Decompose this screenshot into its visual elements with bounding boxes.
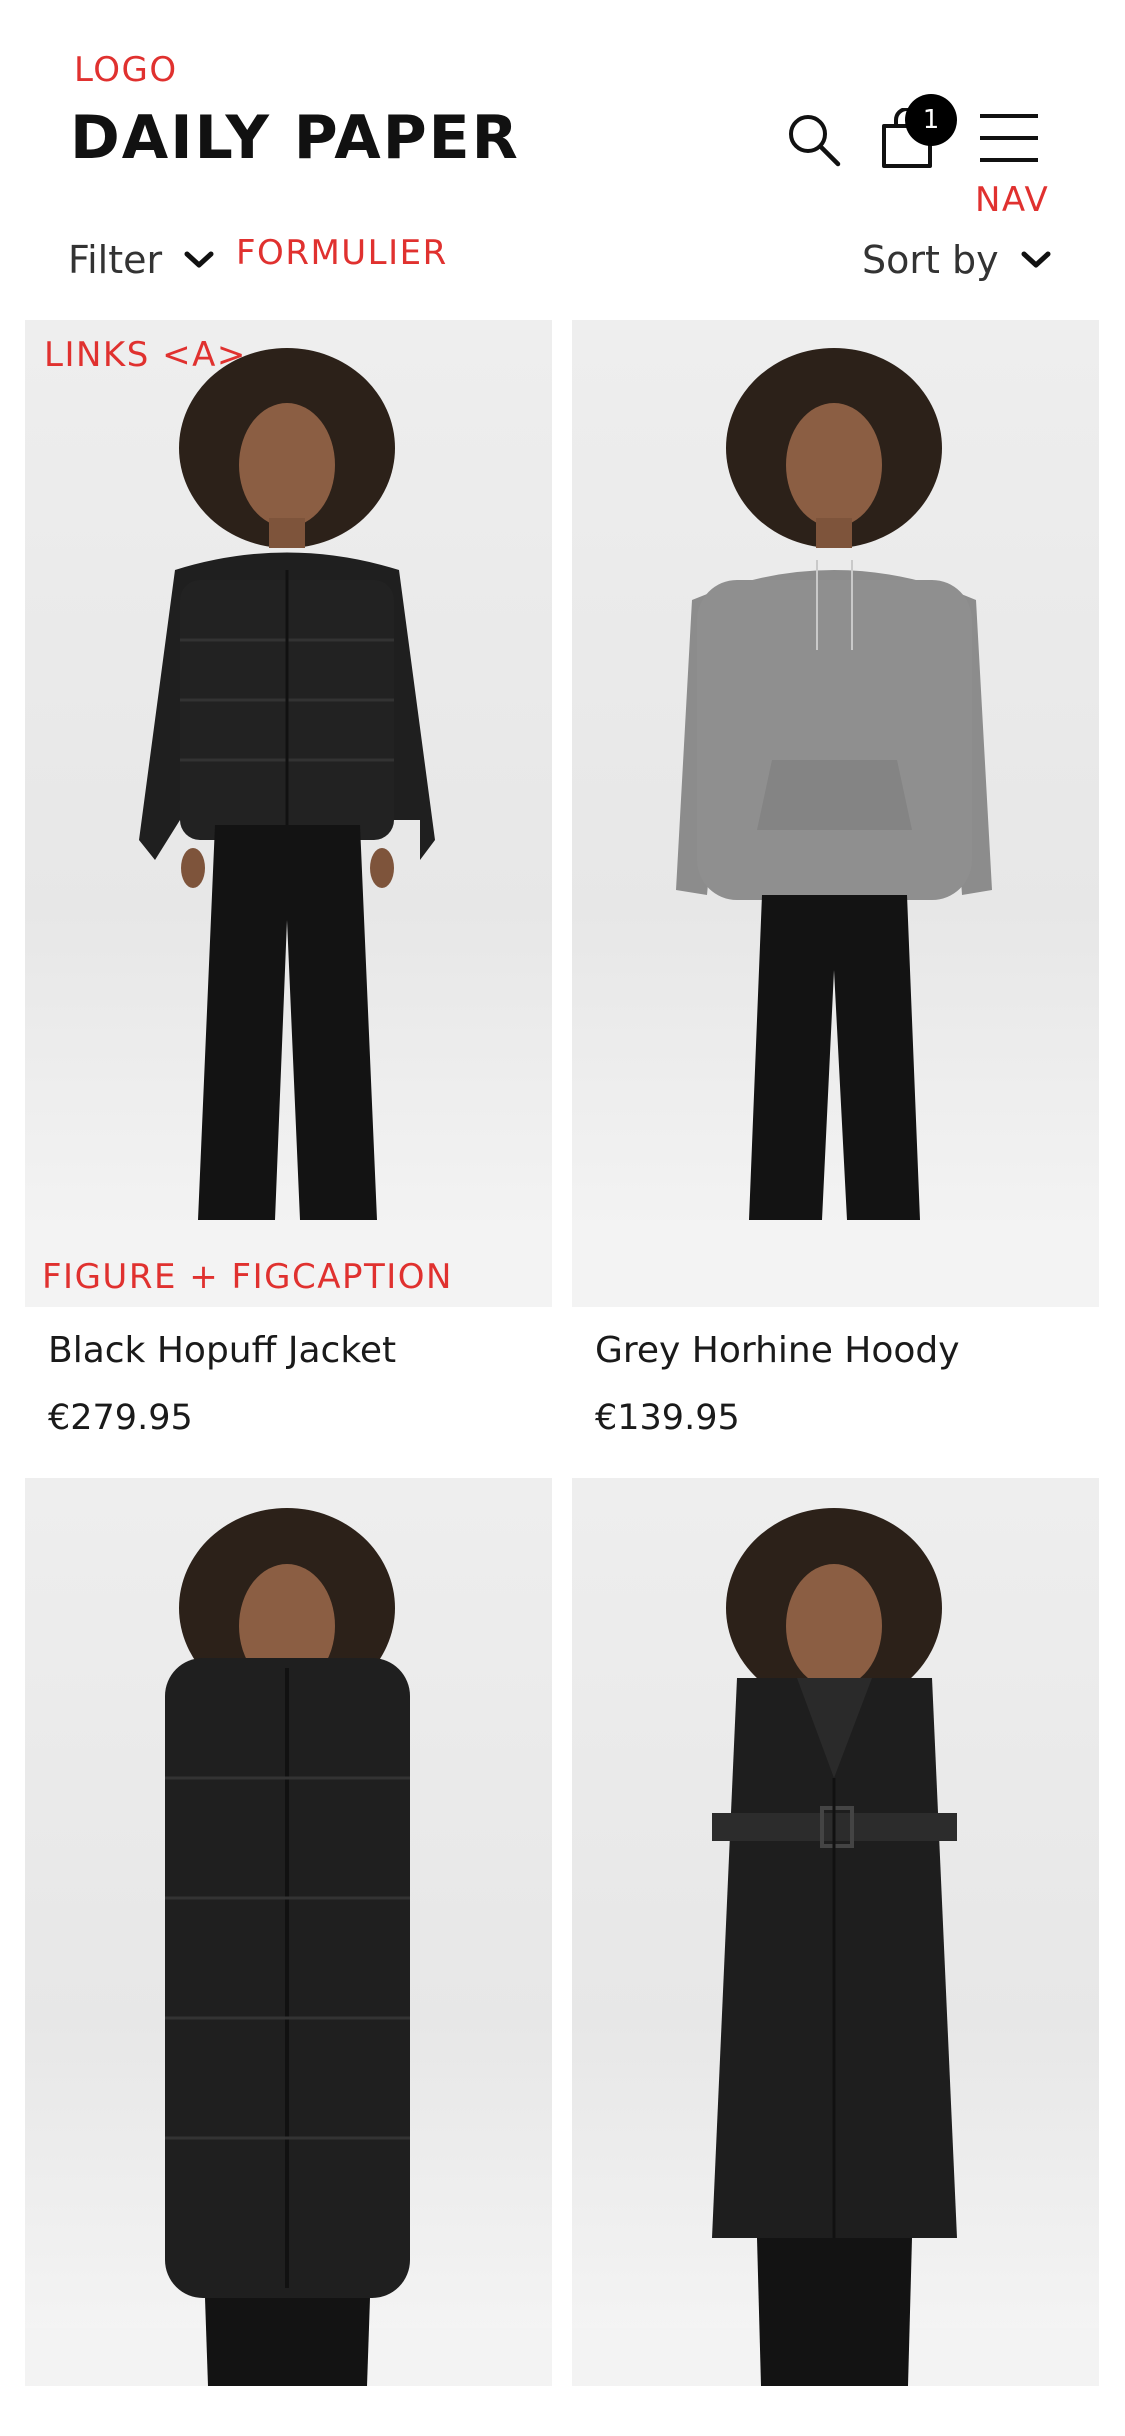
product-name: Black Hopuff Jacket: [48, 1330, 397, 1371]
chevron-down-icon: [184, 251, 214, 268]
product-card[interactable]: Grey Horhine Hoody €139.95: [572, 320, 1099, 1450]
brand-logo[interactable]: DAILY PAPER: [70, 103, 520, 173]
model-photo: [572, 1508, 1099, 2386]
product-card[interactable]: [25, 1478, 552, 2388]
product-price: €139.95: [595, 1398, 740, 1438]
filter-label: Filter: [68, 238, 163, 282]
model-photo: [25, 1508, 552, 2386]
product-card[interactable]: [572, 1478, 1099, 2388]
annotation-links: LINKS <A>: [44, 335, 247, 375]
product-image: [25, 320, 552, 1307]
product-name: Grey Horhine Hoody: [595, 1330, 960, 1371]
sort-button[interactable]: Sort by: [862, 232, 1051, 288]
annotation-figure: FIGURE + FIGCAPTION: [42, 1257, 453, 1297]
model-photo: [572, 348, 1099, 1307]
model-photo: [25, 348, 552, 1307]
annotation-form: FORMULIER: [236, 233, 448, 273]
hamburger-menu-icon[interactable]: [978, 112, 1040, 164]
annotation-nav: NAV: [975, 180, 1050, 220]
product-image: [25, 1478, 552, 2386]
search-icon[interactable]: [786, 112, 842, 168]
product-image: [572, 320, 1099, 1307]
product-price: €279.95: [48, 1398, 193, 1438]
product-image: [572, 1478, 1099, 2386]
annotation-logo: LOGO: [74, 50, 178, 90]
filter-button[interactable]: Filter: [68, 232, 214, 288]
chevron-down-icon: [1021, 251, 1051, 268]
sort-label: Sort by: [862, 238, 999, 282]
cart-count-badge: 1: [905, 94, 957, 146]
